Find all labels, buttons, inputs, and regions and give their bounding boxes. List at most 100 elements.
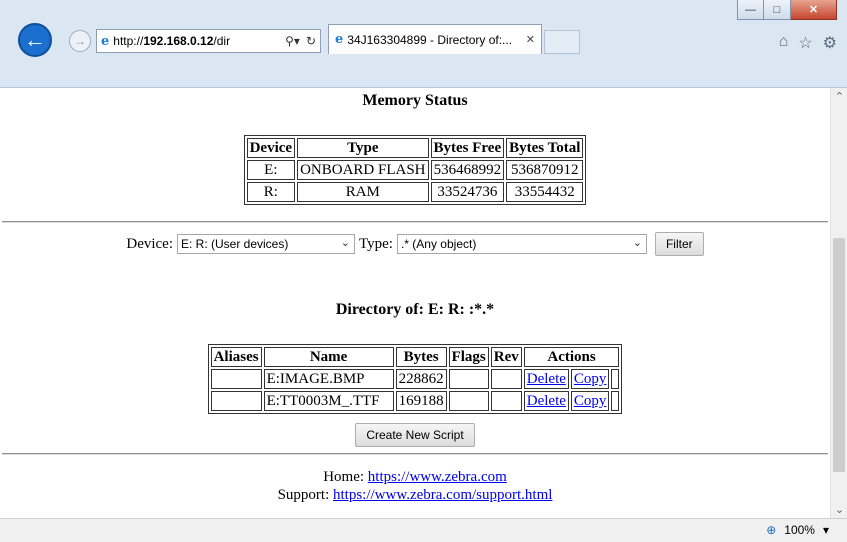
status-bar: ⊕ 100% ▾: [0, 518, 847, 542]
memory-table: Device Type Bytes Free Bytes Total E: ON…: [243, 135, 587, 205]
divider: [2, 453, 828, 455]
table-row: E:TT0003M_.TTF 169188 Delete Copy: [210, 391, 620, 411]
table-row: R: RAM 33524736 33554432: [246, 182, 584, 202]
new-tab-button[interactable]: [544, 30, 580, 54]
filter-form: Device: E: R: (User devices) ⌄ Type: .* …: [0, 232, 830, 256]
delete-cell: Delete: [523, 369, 569, 389]
bytes-cell: 228862: [395, 369, 447, 389]
table-row: E:IMAGE.BMP 228862 Delete Copy: [210, 369, 620, 389]
zoom-level: 100%: [784, 523, 815, 537]
directory-table: Aliases Name Bytes Flags Rev Actions E:I…: [207, 344, 623, 414]
home-label: Home:: [323, 469, 365, 485]
home-line: Home: https://www.zebra.com: [0, 468, 830, 486]
col-rev: Rev: [490, 347, 522, 367]
bytes-total-cell: 33554432: [506, 182, 584, 202]
close-icon[interactable]: ✕: [791, 0, 837, 20]
type-cell: ONBOARD FLASH: [297, 160, 429, 180]
delete-cell: Delete: [523, 391, 569, 411]
device-cell: R:: [246, 182, 296, 202]
flags-cell: [448, 369, 489, 389]
chevron-down-icon[interactable]: ▾: [823, 523, 829, 537]
tab-directory[interactable]: e 34J163304899 - Directory of:... ✕: [328, 24, 542, 54]
window-controls: — □ ✕: [737, 0, 837, 22]
address-bar[interactable]: e http://192.168.0.12/dir ⚲▾ ↻: [96, 29, 321, 53]
tab-close-icon[interactable]: ✕: [526, 33, 541, 46]
table-row: E: ONBOARD FLASH 536468992 536870912: [246, 160, 584, 180]
delete-link[interactable]: Delete: [527, 393, 566, 409]
copy-cell: Copy: [570, 369, 610, 389]
back-arrow-icon[interactable]: ←: [18, 23, 52, 57]
address-path: /dir: [213, 34, 231, 48]
zoom-control[interactable]: ⊕ 100% ▾: [766, 523, 829, 537]
filter-button[interactable]: Filter: [654, 232, 704, 256]
address-host: 192.168.0.12: [143, 34, 214, 48]
col-bytes: Bytes: [395, 347, 447, 367]
directory-section: Directory of: E: R: :*.*: [0, 301, 830, 319]
minimize-icon[interactable]: —: [737, 0, 764, 20]
tab-title: 34J163304899 - Directory of:...: [347, 32, 513, 47]
search-icon[interactable]: ⚲▾: [285, 34, 300, 48]
home-icon[interactable]: ⌂: [779, 33, 789, 53]
page-viewport: Memory Status Device Type Bytes Free Byt…: [0, 88, 830, 518]
col-device: Device: [246, 138, 296, 158]
ie-logo-icon: e: [335, 32, 344, 47]
chevron-down-icon: ⌄: [632, 237, 642, 249]
col-bytes-total: Bytes Total: [506, 138, 584, 158]
support-line: Support: https://www.zebra.com/support.h…: [0, 486, 830, 504]
bytes-free-cell: 536468992: [430, 160, 505, 180]
gear-icon[interactable]: ⚙: [823, 33, 837, 53]
refresh-icon[interactable]: ↻: [306, 34, 316, 48]
col-type: Type: [297, 138, 429, 158]
bytes-free-cell: 33524736: [430, 182, 505, 202]
zoom-icon: ⊕: [766, 523, 777, 537]
create-new-script-button[interactable]: Create New Script: [355, 423, 475, 447]
col-aliases: Aliases: [210, 347, 262, 367]
address-prefix: http://: [113, 34, 144, 48]
type-select[interactable]: .* (Any object) ⌄: [396, 234, 647, 254]
bytes-cell: 169188: [395, 391, 447, 411]
copy-link[interactable]: Copy: [574, 393, 607, 409]
footer: Home: https://www.zebra.com Support: htt…: [0, 468, 830, 504]
aliases-cell: [210, 369, 262, 389]
name-cell: E:IMAGE.BMP: [263, 369, 394, 389]
rev-cell: [490, 391, 522, 411]
device-select-value: E: R: (User devices): [181, 237, 289, 251]
scrollbar-thumb[interactable]: [833, 238, 845, 472]
type-label: Type:: [359, 235, 393, 252]
directory-table-wrap: Aliases Name Bytes Flags Rev Actions E:I…: [0, 344, 830, 414]
ie-logo-icon: e: [101, 33, 110, 49]
memory-status-section: Memory Status: [0, 92, 830, 110]
device-select[interactable]: E: R: (User devices) ⌄: [177, 234, 355, 254]
col-bytes-free: Bytes Free: [430, 138, 505, 158]
directory-header-row: Aliases Name Bytes Flags Rev Actions: [210, 347, 620, 367]
col-name: Name: [263, 347, 394, 367]
empty-action-cell: [611, 369, 620, 389]
forward-arrow-icon[interactable]: →: [69, 30, 91, 52]
browser-tools: ⌂ ☆ ⚙: [779, 33, 837, 53]
empty-action-cell: [611, 391, 620, 411]
scroll-up-icon[interactable]: ⌃: [831, 88, 847, 105]
memory-table-wrap: Device Type Bytes Free Bytes Total E: ON…: [0, 135, 830, 205]
col-actions: Actions: [523, 347, 620, 367]
name-cell: E:TT0003M_.TTF: [263, 391, 394, 411]
directory-title: Directory of: E: R: :*.*: [335, 301, 495, 318]
support-link[interactable]: https://www.zebra.com/support.html: [333, 487, 552, 503]
support-label: Support:: [277, 487, 330, 503]
rev-cell: [490, 369, 522, 389]
scroll-down-icon[interactable]: ⌄: [831, 501, 847, 518]
home-link[interactable]: https://www.zebra.com: [368, 469, 507, 485]
copy-cell: Copy: [570, 391, 610, 411]
type-cell: RAM: [297, 182, 429, 202]
flags-cell: [448, 391, 489, 411]
browser-chrome: — □ ✕ ← → e http://192.168.0.12/dir ⚲▾ ↻…: [0, 0, 847, 88]
maximize-icon[interactable]: □: [764, 0, 791, 20]
favorites-star-icon[interactable]: ☆: [798, 33, 812, 53]
copy-link[interactable]: Copy: [574, 371, 607, 387]
type-select-value: .* (Any object): [400, 237, 477, 251]
vertical-scrollbar[interactable]: ⌃ ⌄: [830, 88, 847, 518]
create-script-row: Create New Script: [0, 423, 830, 447]
delete-link[interactable]: Delete: [527, 371, 566, 387]
aliases-cell: [210, 391, 262, 411]
memory-status-title: Memory Status: [362, 92, 468, 109]
bytes-total-cell: 536870912: [506, 160, 584, 180]
